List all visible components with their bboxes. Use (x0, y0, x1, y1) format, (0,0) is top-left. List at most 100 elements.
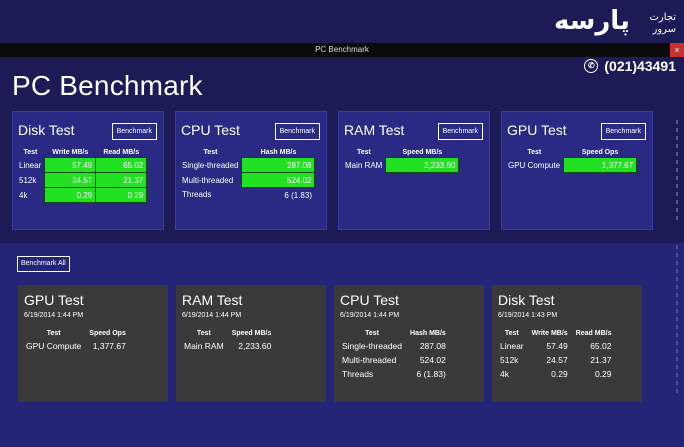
table-cell: 512k (19, 175, 37, 185)
timestamp: 6/19/2014 1:44 PM (24, 312, 84, 319)
tile-title: CPU Test (340, 292, 399, 308)
logo-phone: ✆ (021)43491 (584, 58, 676, 74)
benchmark-all-button[interactable]: Benchmark All (17, 256, 70, 272)
table-cell: 2,233.60 (385, 157, 460, 173)
table-cell: 0.29 (551, 369, 568, 379)
phone-number: (021)43491 (604, 58, 676, 74)
table-cell: Threads (182, 190, 212, 200)
scrollbar-track-lower (676, 245, 678, 395)
table-row: GPU Compute 1,377.67 (22, 339, 130, 353)
table-row: 4k 0.29 0.29 (496, 367, 615, 381)
table-cell: Main RAM (345, 160, 383, 170)
history-tile-ram-test[interactable]: RAM Test 6/19/2014 1:44 PM Test Speed MB/… (176, 285, 326, 402)
results-table: Test Speed MB/s Main RAM 2,233.60 (342, 147, 460, 173)
benchmark-button[interactable]: Benchmark (274, 123, 320, 140)
results-table: Test Hash MB/s Single-threaded 287.08 Multi-… (338, 328, 450, 381)
benchmark-tile-ram-test: RAM Test Benchmark Test Speed MB/s Main RA… (338, 111, 490, 230)
table-row: Threads 6 (1.83) (338, 367, 450, 381)
table-cell: Multi-threaded (342, 355, 397, 365)
vertical-scrollbar-lower[interactable] (674, 245, 680, 395)
table-cell: Threads (342, 369, 374, 379)
table-cell: 287.08 (419, 341, 446, 351)
table-cell: 1,377.67 (92, 341, 126, 351)
table-cell: 0.29 (44, 187, 97, 203)
table-cell: GPU Compute (26, 341, 82, 351)
table-cell: Multi-threaded (182, 175, 234, 185)
table-row: Linear 57.49 65.02 (16, 157, 148, 173)
history-tile-gpu-test[interactable]: GPU Test 6/19/2014 1:44 PM Test Speed Ops… (18, 285, 168, 402)
logo-name: پارسه (554, 6, 630, 36)
tile-title: Disk Test (18, 122, 75, 138)
table-row: Main RAM 2,233.60 (180, 339, 275, 353)
table-row: Main RAM 2,233.60 (342, 157, 460, 173)
table-header: Test (504, 330, 519, 337)
table-header: Write MB/s (52, 148, 89, 156)
benchmark-tile-gpu-test: GPU Test Benchmark Test Speed Ops GPU Comp… (501, 111, 653, 230)
table-header: Speed Ops (581, 148, 619, 156)
table-header: Test (203, 148, 218, 156)
table-cell: 0.29 (95, 187, 148, 203)
results-table: Test Speed MB/s Main RAM 2,233.60 (180, 328, 275, 353)
table-header: Test (356, 148, 371, 156)
table-cell: 21.37 (95, 172, 148, 188)
table-header: Speed Ops (89, 330, 126, 337)
table-header: Read MB/s (575, 330, 612, 337)
table-cell: 4k (500, 369, 509, 379)
table-cell: 524.02 (241, 172, 316, 188)
table-header: Hash MB/s (260, 148, 297, 156)
table-header: Speed MB/s (402, 148, 443, 156)
benchmark-tile-cpu-test: CPU Test Benchmark Test Hash MB/s Single-t… (175, 111, 327, 230)
logo-line-1: تجارت (649, 12, 676, 23)
table-cell: Single-threaded (182, 160, 239, 170)
table-cell: 2,233.60 (238, 341, 272, 351)
table-cell: Linear (19, 160, 42, 170)
results-table: Test Hash MB/s Single-threaded 287.08 Multi-… (179, 147, 316, 202)
table-header: Test (23, 148, 38, 156)
history-panel: Benchmark All GPU Test 6/19/2014 1:44 PM… (0, 243, 684, 447)
phone-icon: ✆ (584, 59, 599, 73)
table-cell: 57.49 (44, 157, 97, 173)
timestamp: 6/19/2014 1:44 PM (182, 312, 242, 319)
tile-title: CPU Test (181, 122, 240, 138)
timestamp: 6/19/2014 1:43 PM (498, 312, 558, 319)
table-cell: 6 (1.83) (416, 369, 446, 379)
table-header: Test (365, 330, 379, 337)
table-row: Single-threaded 287.08 (179, 157, 316, 173)
benchmark-button[interactable]: Benchmark (111, 123, 157, 140)
scrollbar-track (676, 120, 678, 220)
results-table: Test Write MB/s Read MB/s Linear 57.49 65.02 5… (16, 147, 148, 203)
history-tile-disk-test[interactable]: Disk Test 6/19/2014 1:43 PM Test Write MB… (492, 285, 642, 402)
table-header: Test (527, 148, 542, 156)
logo-line-2: سرور (652, 24, 676, 35)
table-cell: 24.57 (546, 355, 568, 365)
tile-title: GPU Test (24, 292, 84, 308)
table-cell: Linear (500, 341, 524, 351)
timestamp: 6/19/2014 1:44 PM (340, 312, 400, 319)
tile-title: RAM Test (344, 122, 405, 138)
logo: پارسه تجارت سرور ✆ (021)43491 (526, 6, 676, 78)
table-cell: 57.49 (546, 341, 568, 351)
logo-subtext: تجارت سرور (649, 12, 676, 36)
table-cell: 65.02 (95, 157, 148, 173)
table-cell: 4k (19, 190, 28, 200)
table-cell: 24.57 (44, 172, 97, 188)
table-row: GPU Compute 1,377.67 (505, 157, 638, 173)
table-cell: GPU Compute (508, 160, 561, 170)
table-header: Test (46, 330, 61, 337)
table-cell: 65.02 (590, 341, 612, 351)
history-tile-cpu-test[interactable]: CPU Test 6/19/2014 1:44 PM Test Hash MB/s… (334, 285, 484, 402)
table-cell: Main RAM (184, 341, 224, 351)
table-row: 4k 0.29 0.29 (16, 187, 148, 203)
table-header: Write MB/s (531, 330, 568, 337)
table-header: Hash MB/s (410, 330, 446, 337)
benchmark-button[interactable]: Benchmark (600, 123, 646, 140)
table-cell: 6 (1.83) (284, 190, 312, 200)
results-table: Test Speed Ops GPU Compute 1,377.67 (505, 147, 638, 173)
tile-title: Disk Test (498, 292, 555, 308)
benchmark-button[interactable]: Benchmark (437, 123, 483, 140)
table-row: Multi-threaded 524.02 (179, 172, 316, 188)
vertical-scrollbar[interactable] (674, 120, 680, 220)
results-table: Test Speed Ops GPU Compute 1,377.67 (22, 328, 130, 353)
table-row: 512k 24.57 21.37 (496, 353, 615, 367)
table-row: Multi-threaded 524.02 (338, 353, 450, 367)
